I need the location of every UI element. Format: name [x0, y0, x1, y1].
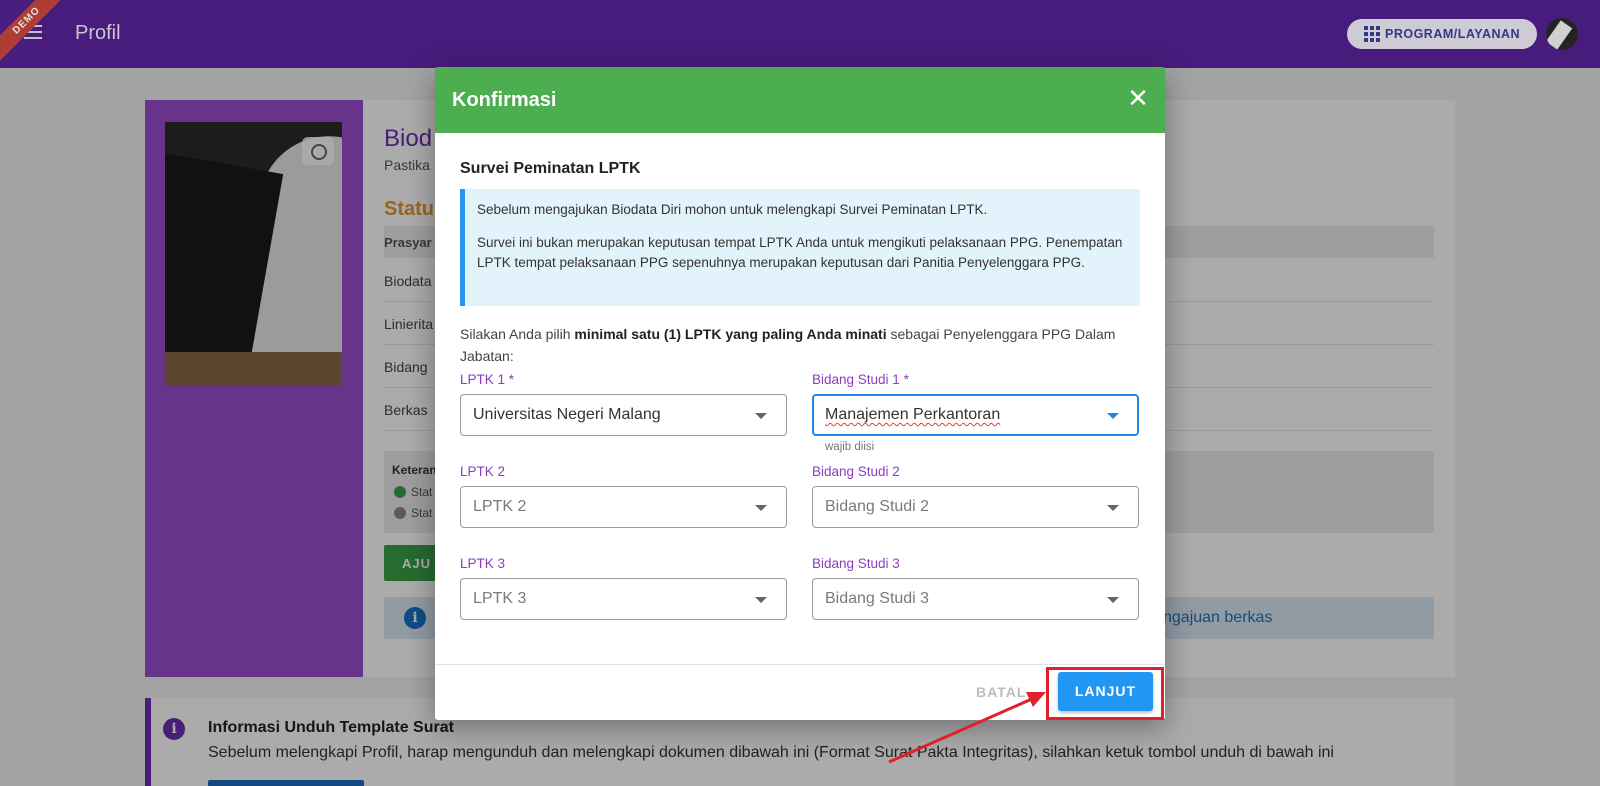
bidang-studi-1-select[interactable]: Manajemen Perkantoran [812, 394, 1139, 436]
bidang-studi-2-label: Bidang Studi 2 [812, 464, 900, 479]
bidang-studi-3-placeholder: Bidang Studi 3 [825, 590, 930, 607]
lptk-3-placeholder: LPTK 3 [473, 590, 527, 607]
dropdown-caret-icon [755, 413, 767, 419]
dialog-header: Konfirmasi ✕ [435, 67, 1165, 133]
bidang-studi-3-select[interactable]: Bidang Studi 3 [812, 578, 1139, 620]
lptk-3-label: LPTK 3 [460, 556, 506, 571]
survey-instruction: Silakan Anda pilih minimal satu (1) LPTK… [460, 326, 1116, 364]
bidang-studi-3-label: Bidang Studi 3 [812, 556, 900, 571]
dropdown-caret-icon [1107, 413, 1119, 419]
alert-paragraph: Sebelum mengajukan Biodata Diri mohon un… [477, 202, 988, 217]
dropdown-caret-icon [755, 597, 767, 603]
lptk-2-select[interactable]: LPTK 2 [460, 486, 787, 528]
survey-info-alert: Sebelum mengajukan Biodata Diri mohon un… [460, 189, 1140, 306]
dialog-footer-divider [435, 664, 1165, 665]
cancel-button[interactable]: BATAL [976, 672, 1046, 712]
lptk-1-select[interactable]: Universitas Negeri Malang [460, 394, 787, 436]
bidang-studi-2-select[interactable]: Bidang Studi 2 [812, 486, 1139, 528]
dropdown-caret-icon [1107, 597, 1119, 603]
highlight-annotation [1046, 667, 1164, 720]
lptk-2-placeholder: LPTK 2 [473, 498, 527, 515]
required-hint: wajib diisi [825, 441, 875, 453]
survey-section-title: Survei Peminatan LPTK [460, 160, 641, 177]
lptk-1-value: Universitas Negeri Malang [473, 406, 661, 423]
header-shade [0, 0, 1600, 68]
bidang-studi-2-placeholder: Bidang Studi 2 [825, 498, 930, 515]
dropdown-caret-icon [755, 505, 767, 511]
bidang-studi-1-label: Bidang Studi 1 * [812, 372, 909, 387]
lptk-3-select[interactable]: LPTK 3 [460, 578, 787, 620]
confirmation-dialog: Konfirmasi ✕ Survei Peminatan LPTK Sebel… [435, 67, 1165, 720]
lptk-1-label: LPTK 1 * [460, 372, 515, 387]
alert-paragraph: Survei ini bukan merupakan keputusan tem… [477, 234, 1123, 271]
dropdown-caret-icon [1107, 505, 1119, 511]
dialog-title: Konfirmasi [452, 89, 557, 111]
bidang-studi-1-value: Manajemen Perkantoran [825, 406, 1001, 423]
lptk-2-label: LPTK 2 [460, 464, 506, 479]
close-icon[interactable]: ✕ [1123, 84, 1153, 114]
